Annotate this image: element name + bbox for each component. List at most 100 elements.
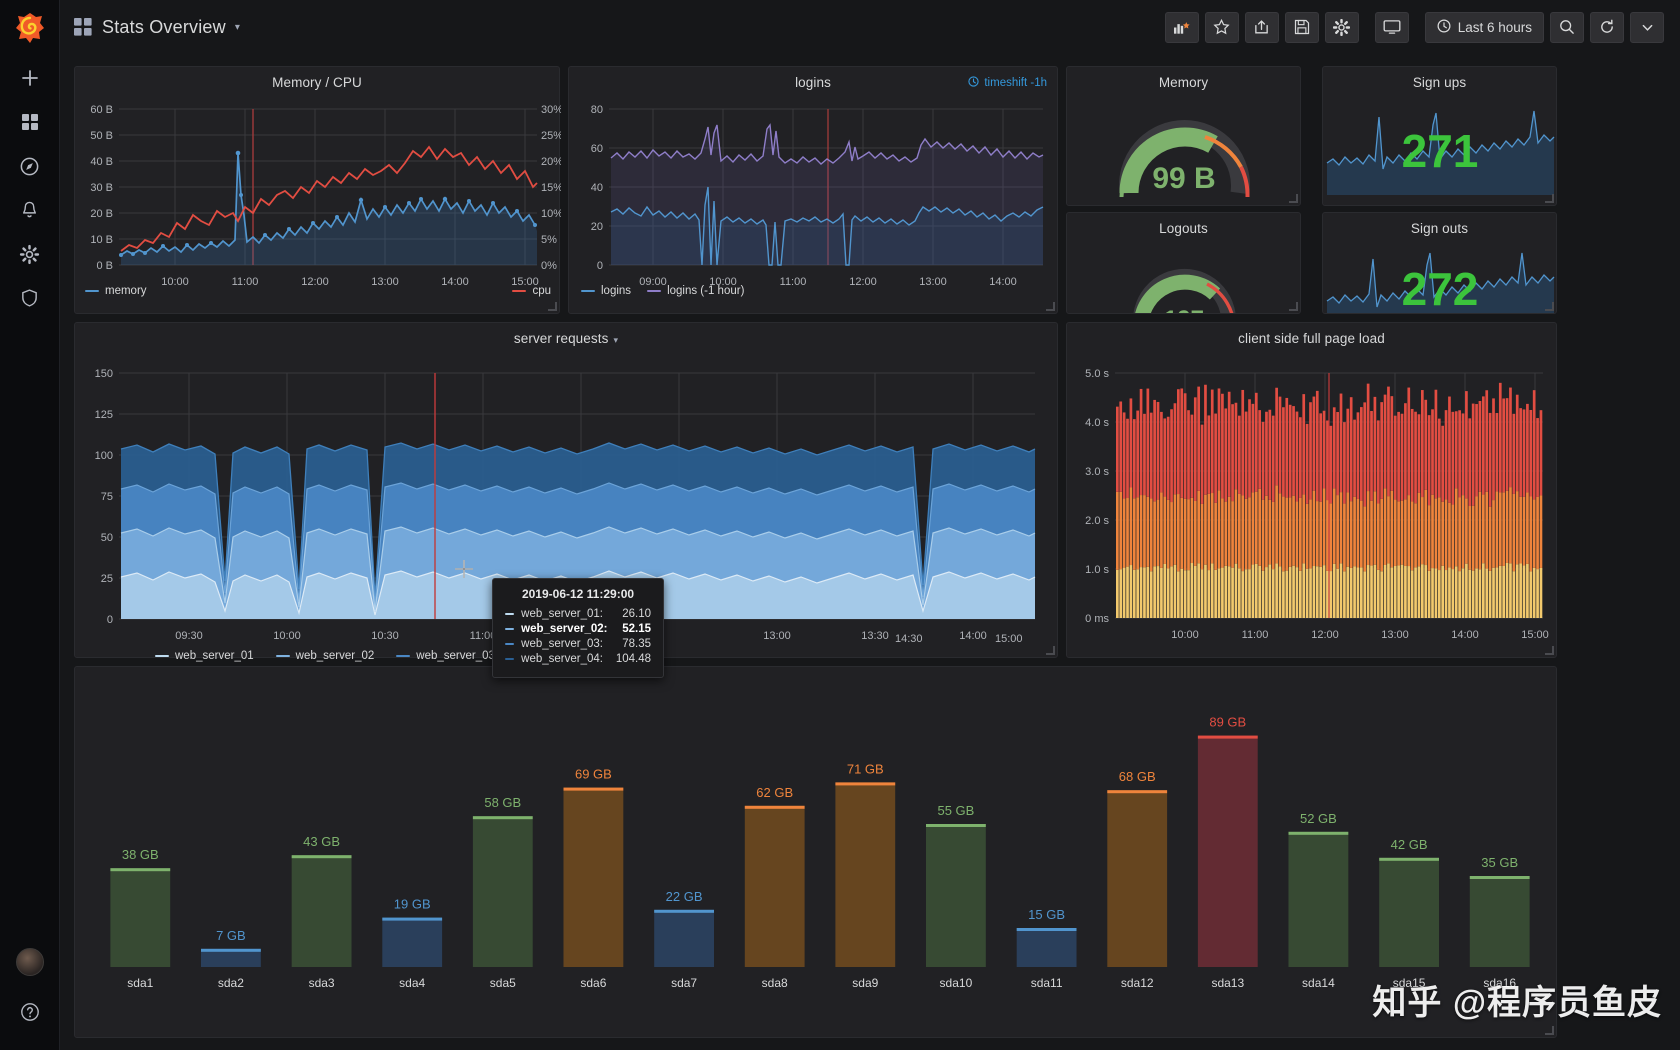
page-load-bar-segment	[1305, 423, 1309, 504]
page-title[interactable]: Stats Overview	[102, 17, 226, 38]
page-load-bar-segment	[1234, 489, 1238, 564]
legend-item-web-server-01[interactable]: web_server_01	[155, 650, 254, 662]
disk-usage-bar[interactable]	[1107, 790, 1168, 967]
panel-resize-handle[interactable]	[1046, 302, 1055, 311]
logins-chart[interactable]: 80 60 40 20 0 09:00 10:00 11:00 12:00 13…	[569, 95, 1059, 305]
panel-resize-handle[interactable]	[1545, 194, 1554, 203]
page-load-bar-segment	[1221, 567, 1224, 618]
save-dashboard-button[interactable]	[1284, 11, 1319, 43]
disk-usage-bar[interactable]	[1197, 735, 1258, 967]
title-chevron-down-icon[interactable]: ▾	[235, 22, 240, 33]
grafana-logo-icon[interactable]	[0, 0, 60, 56]
page-load-bar-segment	[1193, 565, 1197, 618]
disk-usage-bar[interactable]	[472, 816, 533, 967]
page-load-bar-segment	[1126, 498, 1129, 567]
disk-usage-bar[interactable]	[563, 787, 624, 967]
sidebar-item-explore[interactable]	[0, 144, 60, 188]
panel-resize-handle[interactable]	[1545, 1026, 1554, 1035]
page-load-bar-segment	[1146, 496, 1150, 567]
panel-resize-handle[interactable]	[1289, 194, 1298, 203]
page-load-bar-segment	[1366, 491, 1370, 566]
svg-text:75: 75	[101, 491, 113, 503]
svg-text:13:00: 13:00	[1381, 629, 1409, 641]
time-range-picker[interactable]: Last 6 hours	[1424, 11, 1544, 43]
disk-usage-bar[interactable]	[1288, 831, 1349, 967]
page-load-bar-segment	[1163, 496, 1167, 564]
page-load-bar-segment	[1360, 567, 1363, 618]
page-load-bar-segment	[1315, 390, 1319, 502]
svg-text:10%: 10%	[541, 208, 561, 220]
page-load-bar-segment	[1482, 563, 1485, 618]
share-dashboard-button[interactable]	[1244, 11, 1279, 43]
legend-item-web-server-02[interactable]: web_server_02	[275, 650, 374, 662]
panel-title-server-requests[interactable]: server requests ▾	[75, 323, 1057, 346]
svg-text:60 B: 60 B	[90, 104, 113, 116]
legend-item-cpu[interactable]: cpu	[512, 285, 551, 297]
refresh-interval-dropdown[interactable]	[1630, 11, 1664, 43]
disk-usage-bar[interactable]	[835, 782, 896, 967]
panel-resize-handle[interactable]	[548, 302, 557, 311]
mark-favorite-button[interactable]	[1204, 11, 1239, 43]
refresh-dashboard-button[interactable]	[1590, 11, 1624, 43]
sidebar-item-dashboards[interactable]	[0, 100, 60, 144]
legend-item-logins-shifted[interactable]: logins (-1 hour)	[647, 285, 744, 297]
disk-usage-bar[interactable]	[1469, 876, 1530, 967]
panel-resize-handle[interactable]	[1545, 646, 1554, 655]
disk-usage-x-tick: sda13	[1211, 976, 1244, 990]
legend-item-memory[interactable]: memory	[85, 285, 147, 297]
disk-usage-x-tick: sda1	[127, 976, 153, 990]
disk-usage-bar[interactable]	[926, 824, 986, 967]
sidebar-item-create[interactable]	[0, 56, 60, 100]
disk-usage-bar[interactable]	[382, 917, 443, 967]
tv-mode-button[interactable]	[1374, 11, 1409, 43]
page-load-bar-segment	[1431, 409, 1434, 495]
page-load-bar-segment	[1136, 497, 1140, 570]
zoom-out-time-button[interactable]	[1550, 11, 1584, 43]
page-load-bar-segment	[1227, 496, 1231, 567]
panel-logins: logins timeshift -1h 80 60 40 20 0 09:00…	[568, 66, 1058, 314]
panel-resize-handle[interactable]	[1289, 302, 1298, 311]
disk-usage-chart[interactable]: 38 GB sda1 7 GB sda2 43 GB sda3 19 GB sda4 58 GB…	[75, 667, 1557, 1038]
page-load-bar-segment	[1512, 571, 1516, 618]
legend-item-logins[interactable]: logins	[581, 285, 631, 297]
page-load-bar-segment	[1197, 386, 1201, 491]
page-load-bar-segment	[1319, 413, 1323, 502]
page-load-bar-segment	[1129, 565, 1133, 618]
page-load-bar-segment	[1221, 498, 1224, 568]
page-load-bar-segment	[1183, 393, 1187, 499]
page-load-bar-segment	[1336, 495, 1339, 569]
help-icon[interactable]	[0, 990, 60, 1034]
disk-usage-bar[interactable]	[744, 805, 805, 967]
add-panel-button[interactable]	[1164, 11, 1199, 43]
page-load-bar-segment	[1512, 493, 1516, 572]
memory-gauge-chart[interactable]: 99 B	[1067, 93, 1302, 203]
signouts-sparkline[interactable]: 272	[1323, 239, 1557, 314]
page-load-chart[interactable]: 5.0 s 4.0 s 3.0 s 2.0 s 1.0 s 0 ms 10:00…	[1067, 349, 1558, 649]
page-load-bar-segment	[1366, 565, 1370, 618]
signups-sparkline[interactable]: 271	[1323, 95, 1558, 203]
page-load-bar-segment	[1383, 488, 1387, 565]
svg-text:5.0 s: 5.0 s	[1085, 368, 1109, 380]
memory-cpu-chart[interactable]: 60 B 50 B 40 B 30 B 20 B 10 B 0 B 30% 25…	[75, 95, 561, 305]
panel-resize-handle[interactable]	[1545, 302, 1554, 311]
timeshift-badge[interactable]: timeshift -1h	[968, 76, 1047, 90]
page-load-bar-segment	[1238, 493, 1241, 569]
sidebar-item-server-admin[interactable]	[0, 276, 60, 320]
panel-resize-handle[interactable]	[1046, 646, 1055, 655]
page-load-bar-segment	[1366, 383, 1370, 492]
legend-item-web-server-03[interactable]: web_server_03	[396, 650, 495, 662]
logouts-gauge-chart[interactable]: 197	[1067, 239, 1301, 314]
disk-usage-bar[interactable]	[291, 855, 352, 967]
disk-usage-bar[interactable]	[1016, 928, 1077, 967]
user-avatar[interactable]	[15, 948, 44, 976]
disk-usage-bar[interactable]	[654, 909, 714, 967]
tooltip-value-web-server-03: 78.35	[622, 638, 651, 650]
sidebar-item-alerting[interactable]	[0, 188, 60, 232]
disk-usage-bar[interactable]	[1379, 857, 1439, 967]
sidebar-item-configuration[interactable]	[0, 232, 60, 276]
disk-usage-bar[interactable]	[110, 868, 171, 967]
panel-menu-chevron-down-icon[interactable]: ▾	[613, 335, 618, 345]
svg-text:100: 100	[95, 450, 113, 462]
dashboard-settings-button[interactable]	[1324, 11, 1359, 43]
page-load-bar-segment	[1421, 564, 1424, 618]
